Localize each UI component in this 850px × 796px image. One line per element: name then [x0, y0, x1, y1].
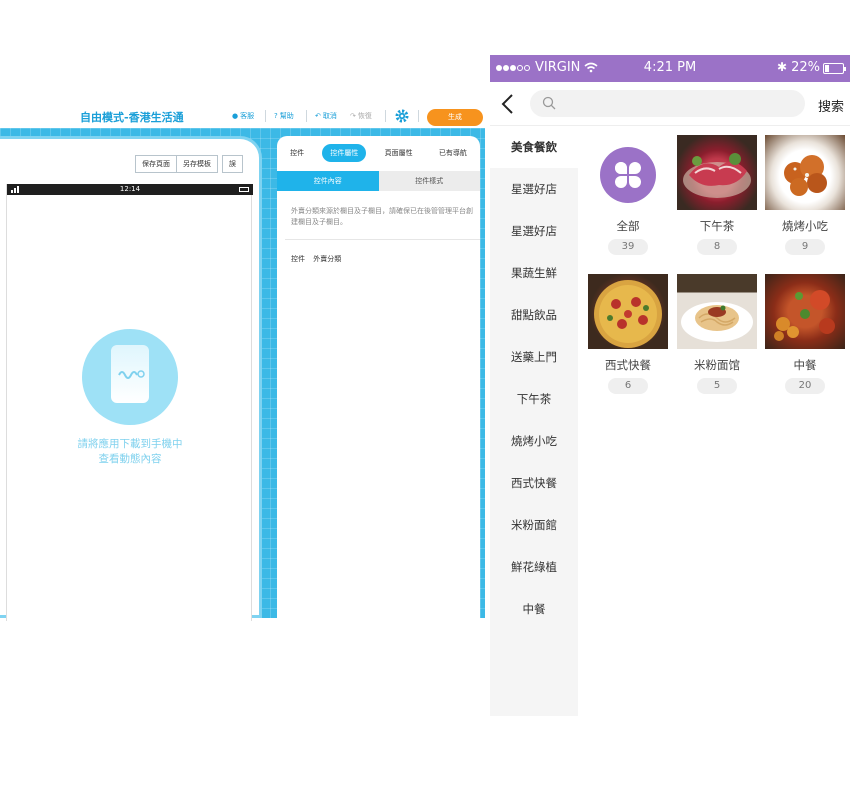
- tab-existing-navigation[interactable]: 已有導航: [431, 144, 475, 162]
- battery-icon: [239, 187, 249, 192]
- help-icon: ?: [274, 112, 278, 120]
- category-tile[interactable]: 下午茶 8: [677, 135, 757, 255]
- phone-icon: [111, 345, 149, 403]
- download-app-illustration: [82, 329, 178, 425]
- download-hint-line1: 請將應用下載到手機中: [77, 438, 183, 450]
- category-count: 5: [697, 378, 737, 394]
- category-count: 6: [608, 378, 648, 394]
- category-name: 中餐: [793, 358, 817, 372]
- category-name: 西式快餐: [605, 358, 651, 372]
- screenshot-root: 自由模式-香港生活通 ● 客服 ? 幫助 ↶ 取消 ↷ 恢復 生成 保存頁面 另…: [0, 0, 850, 796]
- pizza-image: [588, 274, 668, 349]
- category-tile-all[interactable]: 全部 39: [588, 135, 668, 255]
- control-info: 控件 外賣分類: [291, 254, 347, 264]
- editor-title: 自由模式-香港生活通: [80, 111, 184, 124]
- properties-panel: 控件 控件屬性 頁面屬性 已有導航 控件內容 控件樣式 外賣分類來源於欄目及子欄…: [277, 136, 480, 618]
- category-name: 下午茶: [699, 219, 735, 233]
- category-count: 8: [697, 239, 737, 255]
- undo-icon: ↶: [315, 112, 321, 120]
- tab-control-properties[interactable]: 控件屬性: [322, 144, 367, 162]
- support-button[interactable]: ● 客服: [232, 111, 254, 121]
- category-sidebar: 美食餐飲 星選好店 星選好店 果蔬生鮮 甜點飲品 送藥上門 下午茶 燒烤小吃 西…: [490, 126, 578, 716]
- status-bar: VIRGIN 4:21 PM ✱ 22%: [490, 55, 850, 82]
- phone-preview-frame: 保存頁面 另存模板 誤 12:14 請將應用下載到手機中 查看動態內容: [0, 136, 262, 621]
- toolbar-divider: [306, 110, 307, 122]
- phone-screen: 12:14 請將應用下載到手機中 查看動態內容: [6, 184, 253, 621]
- category-tile[interactable]: 西式快餐 6: [588, 274, 668, 394]
- toolbar-divider: [418, 110, 419, 122]
- toolbar-divider: [385, 110, 386, 122]
- category-name: 米粉面馆: [694, 358, 740, 372]
- user-icon: ●: [232, 112, 239, 120]
- preview-actions: 保存頁面 另存模板 誤: [135, 155, 243, 173]
- redo-label: 恢復: [357, 112, 372, 120]
- save-page-button[interactable]: 保存頁面: [135, 155, 177, 173]
- editor-toolbar: 自由模式-香港生活通 ● 客服 ? 幫助 ↶ 取消 ↷ 恢復 生成: [0, 100, 485, 130]
- sidebar-item[interactable]: 中餐: [490, 588, 578, 630]
- category-name: 全部: [616, 219, 640, 233]
- divider: [285, 239, 480, 240]
- gear-icon[interactable]: [394, 108, 410, 124]
- redo-icon: ↷: [350, 112, 356, 120]
- control-value: 外賣分類: [313, 255, 342, 263]
- extra-button[interactable]: 誤: [222, 155, 243, 173]
- sidebar-item[interactable]: 下午茶: [490, 378, 578, 420]
- category-name: 燒烤小吃: [782, 219, 828, 233]
- sidebar-item[interactable]: 鮮花綠植: [490, 546, 578, 588]
- category-tile[interactable]: 米粉面馆 5: [677, 274, 757, 394]
- properties-subtabs: 控件內容 控件樣式: [277, 171, 480, 191]
- battery-icon: [823, 63, 846, 74]
- toolbar-divider: [265, 110, 266, 122]
- app-builder-editor: 自由模式-香港生活通 ● 客服 ? 幫助 ↶ 取消 ↷ 恢復 生成 保存頁面 另…: [0, 100, 485, 621]
- chinese-dishes-image: [765, 274, 845, 349]
- tab-controls[interactable]: 控件: [282, 144, 312, 162]
- subtab-control-content[interactable]: 控件內容: [277, 171, 379, 191]
- search-input[interactable]: [530, 90, 805, 117]
- undo-label: 取消: [322, 112, 337, 120]
- download-hint: 請將應用下載到手機中 查看動態內容: [7, 437, 253, 467]
- sidebar-item[interactable]: 西式快餐: [490, 462, 578, 504]
- support-label: 客服: [240, 112, 255, 120]
- sidebar-item[interactable]: 甜點飲品: [490, 294, 578, 336]
- sidebar-item[interactable]: 星選好店: [490, 168, 578, 210]
- category-tile[interactable]: 燒烤小吃 9: [765, 135, 845, 255]
- phone-time: 12:14: [119, 185, 141, 193]
- tab-page-properties[interactable]: 頁面屬性: [377, 144, 421, 162]
- category-count: 9: [785, 239, 825, 255]
- generate-button[interactable]: 生成: [427, 109, 483, 126]
- meat-platter-image: [677, 135, 757, 210]
- subtab-control-style[interactable]: 控件樣式: [378, 171, 480, 191]
- sidebar-item-food[interactable]: 美食餐飲: [490, 126, 578, 168]
- properties-tabs: 控件 控件屬性 頁面屬性 已有導航: [277, 142, 480, 164]
- search-button[interactable]: 搜索: [818, 96, 844, 115]
- category-count: 20: [785, 378, 825, 394]
- category-tile[interactable]: 中餐 20: [765, 274, 845, 394]
- search-header: 搜索: [490, 82, 850, 126]
- help-label: 幫助: [279, 112, 294, 120]
- sidebar-item[interactable]: 燒烤小吃: [490, 420, 578, 462]
- battery-percent: 22%: [791, 60, 820, 75]
- undo-button[interactable]: ↶ 取消: [315, 111, 337, 121]
- download-hint-line2: 查看動態內容: [98, 453, 162, 465]
- sidebar-item[interactable]: 星選好店: [490, 210, 578, 252]
- spaghetti-image: [677, 274, 757, 349]
- properties-description: 外賣分類來源於欄目及子欄目，請確保已在後管管理平台創建欄目及子欄目。: [291, 207, 473, 226]
- category-image: [588, 135, 668, 210]
- fried-chicken-image: [765, 135, 845, 210]
- category-count: 39: [608, 239, 648, 255]
- back-chevron-icon[interactable]: [498, 92, 518, 116]
- help-button[interactable]: ? 幫助: [274, 111, 294, 121]
- search-icon: [542, 96, 556, 110]
- bluetooth-icon: ✱: [776, 60, 787, 74]
- mobile-app-screen: VIRGIN 4:21 PM ✱ 22% 搜索 美食餐飲 星選好店 星選好店 果…: [490, 55, 850, 716]
- sidebar-item[interactable]: 果蔬生鮮: [490, 252, 578, 294]
- sidebar-item[interactable]: 米粉面館: [490, 504, 578, 546]
- redo-button[interactable]: ↷ 恢復: [350, 111, 372, 121]
- save-template-button[interactable]: 另存模板: [177, 155, 218, 173]
- sidebar-item[interactable]: 送藥上門: [490, 336, 578, 378]
- phone-status-bar: 12:14: [7, 184, 253, 195]
- control-label: 控件: [291, 255, 305, 263]
- clover-icon: [600, 147, 656, 203]
